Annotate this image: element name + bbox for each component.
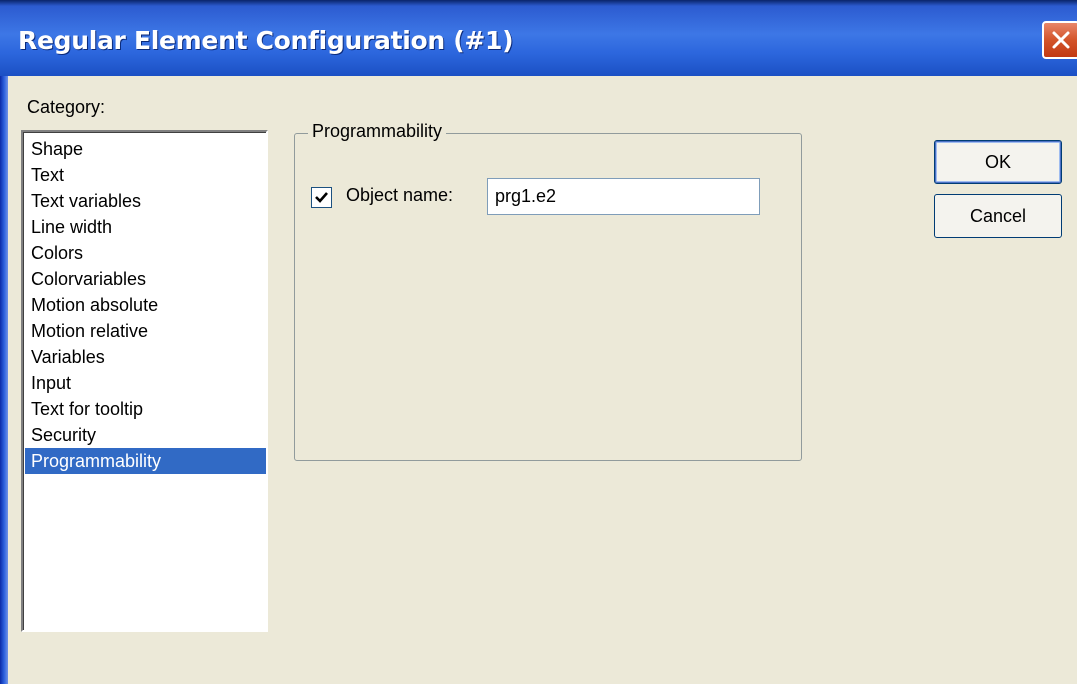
category-item-shape[interactable]: Shape xyxy=(25,136,266,162)
category-item-programmability[interactable]: Programmability xyxy=(25,448,266,474)
category-item-variables[interactable]: Variables xyxy=(25,344,266,370)
object-name-checkbox[interactable] xyxy=(311,187,332,208)
category-item-input[interactable]: Input xyxy=(25,370,266,396)
category-item-security[interactable]: Security xyxy=(25,422,266,448)
category-label: Category: xyxy=(27,97,106,117)
category-listbox[interactable]: Shape Text Text variables Line width Col… xyxy=(21,130,268,632)
group-title: Programmability xyxy=(308,121,447,142)
cancel-button[interactable]: Cancel xyxy=(934,194,1062,238)
close-button[interactable] xyxy=(1042,21,1077,59)
object-name-label: Object name: xyxy=(346,185,454,205)
category-item-colors[interactable]: Colors xyxy=(25,240,266,266)
window-title: Regular Element Configuration (#1) xyxy=(18,26,514,55)
category-item-motion-absolute[interactable]: Motion absolute xyxy=(25,292,266,318)
category-item-text-variables[interactable]: Text variables xyxy=(25,188,266,214)
ok-button[interactable]: OK xyxy=(934,140,1062,184)
category-item-motion-relative[interactable]: Motion relative xyxy=(25,318,266,344)
window-frame-left xyxy=(0,76,8,684)
title-bar[interactable]: Regular Element Configuration (#1) xyxy=(0,0,1077,76)
category-item-line-width[interactable]: Line width xyxy=(25,214,266,240)
category-item-text[interactable]: Text xyxy=(25,162,266,188)
dialog-window: Regular Element Configuration (#1) Categ… xyxy=(0,0,1077,684)
object-name-input[interactable]: prg1.e2 xyxy=(487,178,760,215)
category-item-colorvariables[interactable]: Colorvariables xyxy=(25,266,266,292)
category-item-text-for-tooltip[interactable]: Text for tooltip xyxy=(25,396,266,422)
